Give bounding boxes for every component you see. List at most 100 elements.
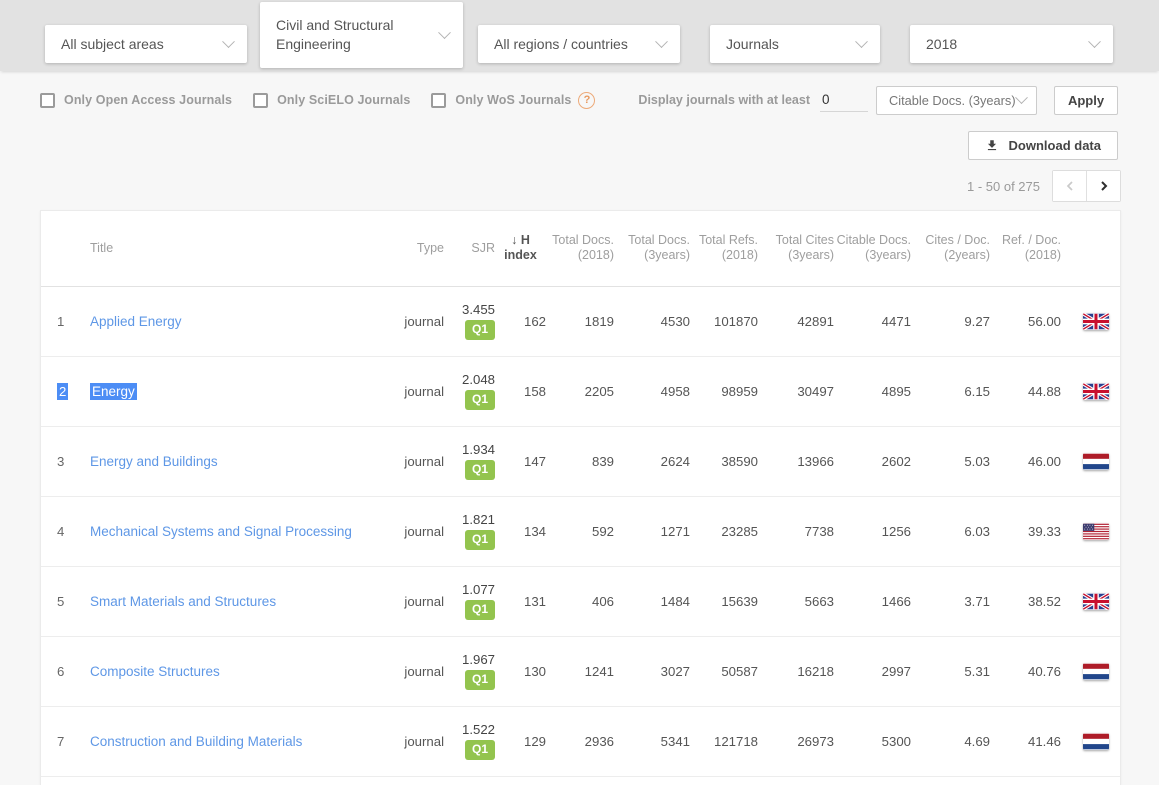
journal-title-link[interactable]: Energy <box>90 383 137 400</box>
country-flag-icon <box>1083 313 1109 330</box>
publication-type-select[interactable]: Journals <box>710 25 880 63</box>
chevron-down-icon <box>1015 91 1028 104</box>
checkbox-box[interactable] <box>431 93 446 108</box>
citable-docs-3years-value: 1256 <box>834 496 911 566</box>
h-index-value: 129 <box>495 706 546 776</box>
column-header-flag[interactable] <box>1061 211 1121 286</box>
total-docs-2018-value: 592 <box>546 496 614 566</box>
journal-title-link[interactable]: Construction and Building Materials <box>90 734 302 749</box>
download-data-button[interactable]: Download data <box>968 131 1118 160</box>
cites-per-doc-2years-value: 4.69 <box>911 706 990 776</box>
journal-title-link[interactable]: Mechanical Systems and Signal Processing <box>90 524 352 539</box>
type-value: journal <box>377 566 444 636</box>
year-select[interactable]: 2018 <box>910 25 1113 63</box>
metric-select[interactable]: Citable Docs. (3years) <box>876 86 1037 115</box>
h-index-value: 147 <box>495 426 546 496</box>
cites-per-doc-2years-value: 3.71 <box>911 566 990 636</box>
download-icon <box>985 138 999 153</box>
refs-per-doc-2018-value: 38.52 <box>990 566 1061 636</box>
cites-per-doc-2years-value: 5.31 <box>911 636 990 706</box>
quartile-badge: Q1 <box>465 740 495 760</box>
total-cites-3years-value: 13966 <box>758 426 834 496</box>
total-docs-3years-value: 5341 <box>614 706 690 776</box>
column-header-sjr[interactable]: SJR <box>444 211 495 286</box>
h-index-value: 131 <box>495 566 546 636</box>
column-header-h_index[interactable]: ↓ H index <box>495 211 546 286</box>
checkbox-box[interactable] <box>253 93 268 108</box>
country-flag-icon <box>1083 453 1109 470</box>
sjr-value: 2.048 <box>444 372 495 388</box>
sjr-value: 1.967 <box>444 652 495 668</box>
type-value: journal <box>377 356 444 426</box>
refs-per-doc-2018-value: 56.00 <box>990 286 1061 356</box>
journal-title-link[interactable]: Smart Materials and Structures <box>90 594 276 609</box>
quartile-badge: Q1 <box>465 320 495 340</box>
rank-value: 4 <box>57 524 64 539</box>
chevron-right-icon <box>1096 178 1112 194</box>
journal-title-link[interactable]: Composite Structures <box>90 664 220 679</box>
total-refs-2018-value: 50587 <box>690 636 758 706</box>
total-docs-2018-value: 1241 <box>546 636 614 706</box>
quartile-badge: Q1 <box>465 530 495 550</box>
h-index-value: 134 <box>495 496 546 566</box>
quartile-badge: Q1 <box>465 670 495 690</box>
checkbox-only-open-access-journals[interactable]: Only Open Access Journals <box>40 93 232 108</box>
total-refs-2018-value: 98959 <box>690 356 758 426</box>
journal-table-body: 1Applied Energyjournal3.455Q116218194530… <box>41 286 1121 776</box>
column-header-title[interactable]: Title <box>87 211 377 286</box>
region-select[interactable]: All regions / countries <box>478 25 680 63</box>
total-docs-2018-value: 839 <box>546 426 614 496</box>
column-header-total_docs_3years[interactable]: Total Docs. (3years) <box>614 211 690 286</box>
column-header-type[interactable]: Type <box>377 211 444 286</box>
apply-button[interactable]: Apply <box>1054 86 1118 115</box>
journal-title-link[interactable]: Applied Energy <box>90 314 182 329</box>
quartile-badge: Q1 <box>465 460 495 480</box>
column-header-cites_per_doc_2years[interactable]: Cites / Doc. (2years) <box>911 211 990 286</box>
help-icon[interactable]: ? <box>578 92 595 109</box>
subject-category-select[interactable]: Civil and Structural Engineering <box>260 2 463 68</box>
sjr-value: 1.522 <box>444 722 495 738</box>
h-index-value: 158 <box>495 356 546 426</box>
total-docs-3years-value: 2624 <box>614 426 690 496</box>
total-cites-3years-value: 30497 <box>758 356 834 426</box>
subject-area-select[interactable]: All subject areas <box>45 25 247 63</box>
table-row: 2Energyjournal2.048Q11582205495898959304… <box>41 356 1121 426</box>
table-header-row: TitleTypeSJR↓ H indexTotal Docs. (2018)T… <box>41 211 1121 286</box>
table-row: 7Construction and Building Materialsjour… <box>41 706 1121 776</box>
subject-area-value: All subject areas <box>61 35 224 54</box>
type-value: journal <box>377 496 444 566</box>
column-header-total_refs_2018[interactable]: Total Refs. (2018) <box>690 211 758 286</box>
column-header-total_cites_3years[interactable]: Total Cites (3years) <box>758 211 834 286</box>
year-value: 2018 <box>926 35 1090 54</box>
refs-per-doc-2018-value: 46.00 <box>990 426 1061 496</box>
checkbox-box[interactable] <box>40 93 55 108</box>
checkbox-only-scielo-journals[interactable]: Only SciELO Journals <box>253 93 410 108</box>
journal-title-link[interactable]: Energy and Buildings <box>90 454 218 469</box>
column-header-refs_per_doc_2018[interactable]: Ref. / Doc. (2018) <box>990 211 1061 286</box>
total-docs-3years-value: 4958 <box>614 356 690 426</box>
column-header-total_docs_2018[interactable]: Total Docs. (2018) <box>546 211 614 286</box>
type-value: journal <box>377 286 444 356</box>
next-page-button[interactable] <box>1087 171 1120 201</box>
checkbox-only-wos-journals[interactable]: Only WoS Journals <box>431 93 571 108</box>
table-row: 5Smart Materials and Structuresjournal1.… <box>41 566 1121 636</box>
previous-page-button[interactable] <box>1053 171 1086 201</box>
total-docs-2018-value: 2936 <box>546 706 614 776</box>
refs-per-doc-2018-value: 40.76 <box>990 636 1061 706</box>
metric-select-value: Citable Docs. (3years) <box>889 93 1017 108</box>
total-refs-2018-value: 38590 <box>690 426 758 496</box>
chevron-down-icon <box>655 35 668 48</box>
total-docs-3years-value: 3027 <box>614 636 690 706</box>
min-docs-input[interactable] <box>820 88 868 112</box>
column-header-rank[interactable] <box>41 211 87 286</box>
sjr-value: 1.821 <box>444 512 495 528</box>
checkbox-label: Only WoS Journals <box>455 93 571 107</box>
filter-bar: All subject areas Civil and Structural E… <box>0 0 1159 71</box>
country-flag-icon <box>1083 383 1109 400</box>
refs-per-doc-2018-value: 39.33 <box>990 496 1061 566</box>
citable-docs-3years-value: 5300 <box>834 706 911 776</box>
total-cites-3years-value: 7738 <box>758 496 834 566</box>
total-cites-3years-value: 26973 <box>758 706 834 776</box>
cites-per-doc-2years-value: 6.03 <box>911 496 990 566</box>
column-header-citable_docs_3years[interactable]: Citable Docs. (3years) <box>834 211 911 286</box>
